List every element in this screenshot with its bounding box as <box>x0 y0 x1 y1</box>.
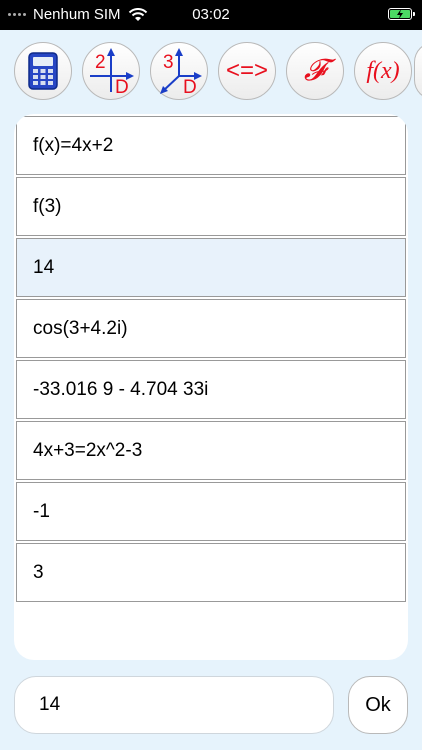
plot-2d-digit: 2 <box>95 52 106 73</box>
history-text: -33.016 9 - 4.704 33i <box>33 378 209 400</box>
battery-icon <box>388 8 415 20</box>
more-tools-button[interactable] <box>414 42 422 100</box>
history-text: cos(3+4.2i) <box>33 317 128 339</box>
charging-bolt-icon <box>397 9 403 19</box>
expression-input[interactable]: 14 <box>14 676 334 734</box>
plot-3d-digit: 3 <box>163 52 174 73</box>
history-text: -1 <box>33 500 50 522</box>
history-row[interactable]: f(3) <box>16 177 406 236</box>
ok-button[interactable]: Ok <box>348 676 408 734</box>
calculator-button[interactable] <box>14 42 72 100</box>
fx-icon: f(x) <box>366 57 400 84</box>
history-row[interactable]: 3 <box>16 543 406 602</box>
history-row[interactable]: f(x)=4x+2 <box>16 116 406 175</box>
fx-button[interactable]: f(x) <box>354 42 412 100</box>
plot-2d-button[interactable]: 2 D <box>82 42 140 100</box>
history-text: 14 <box>33 256 55 278</box>
script-f-icon: 𝓕 <box>303 54 327 87</box>
history-row[interactable]: cos(3+4.2i) <box>16 299 406 358</box>
plot-3d-letter: D <box>183 77 197 96</box>
history-text: 3 <box>33 561 44 583</box>
history-text: f(x)=4x+2 <box>33 134 114 156</box>
expression-input-value: 14 <box>39 694 61 715</box>
equation-icon: <=> <box>225 57 269 84</box>
history-row[interactable]: 4x+3=2x^2-3 <box>16 421 406 480</box>
graph-2d-icon: 2 D <box>90 48 134 96</box>
plot-2d-letter: D <box>115 77 129 96</box>
history-text: f(3) <box>33 195 62 217</box>
status-time: 03:02 <box>192 6 230 23</box>
history-panel[interactable]: f(x)=4x+2 f(3) 14 cos(3+4.2i) -33.016 9 … <box>14 114 408 660</box>
script-f-button[interactable]: 𝓕 <box>286 42 344 100</box>
mode-toolbar: 2 D 3 D <=> 𝓕 f(x) <box>14 42 422 100</box>
history-row[interactable]: -33.016 9 - 4.704 33i <box>16 360 406 419</box>
status-bar: Nenhum SIM 03:02 <box>0 0 422 30</box>
graph-3d-icon: 3 D <box>160 48 202 96</box>
history-row[interactable]: -1 <box>16 482 406 541</box>
calculator-icon <box>28 52 58 90</box>
plot-3d-button[interactable]: 3 D <box>150 42 208 100</box>
history-text: 4x+3=2x^2-3 <box>33 439 143 461</box>
equation-button[interactable]: <=> <box>218 42 276 100</box>
history-row-selected[interactable]: 14 <box>16 238 406 297</box>
